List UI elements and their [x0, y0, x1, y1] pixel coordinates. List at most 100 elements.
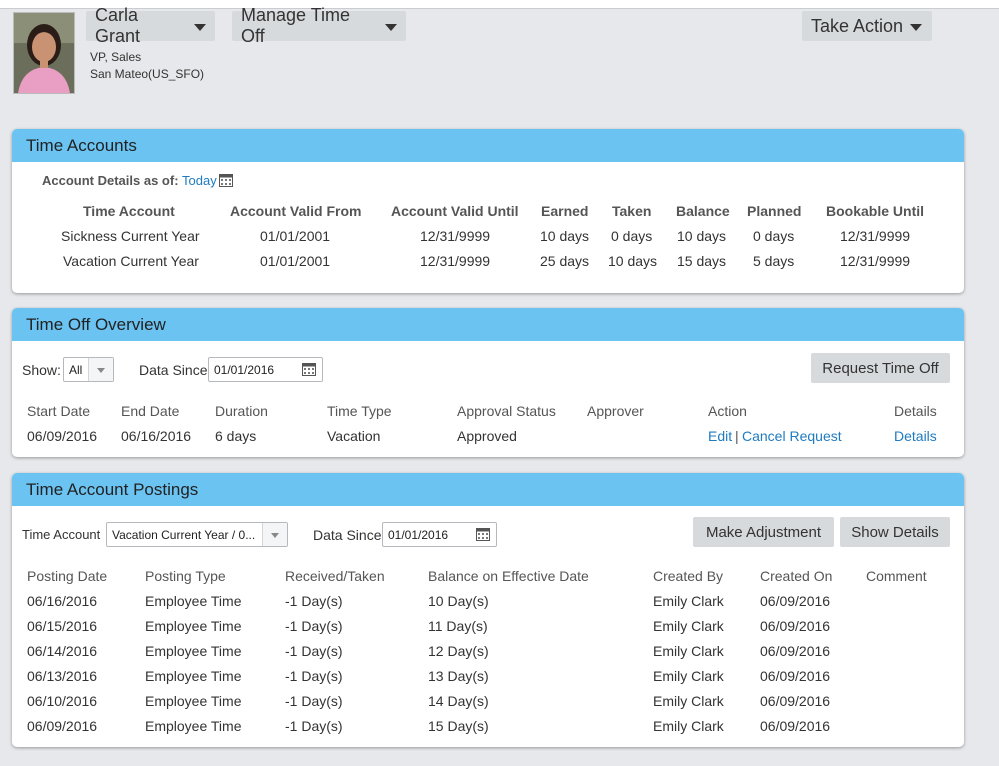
table-cell: -1 Day(s): [285, 593, 343, 609]
table-cell: Employee Time: [145, 693, 242, 709]
employee-title: VP, Sales: [90, 50, 142, 64]
chevron-down-icon: [262, 523, 287, 546]
table-cell: 14 Day(s): [428, 693, 489, 709]
table-cell: 6 days: [215, 428, 257, 444]
table-cell: Vacation: [327, 428, 381, 444]
edit-link[interactable]: Edit: [708, 428, 732, 444]
cancel-request-link[interactable]: Cancel Request: [742, 428, 842, 444]
time-account-label: Time Account: [22, 527, 101, 542]
col-duration: Duration: [215, 403, 268, 419]
table-cell: Employee Time: [145, 593, 242, 609]
table-cell: Employee Time: [145, 618, 242, 634]
table-cell: Emily Clark: [653, 593, 724, 609]
col-taken: Taken: [612, 203, 652, 219]
table-cell: 06/14/2016: [27, 643, 98, 659]
table-cell: 06/09/2016: [27, 428, 98, 444]
col-valid-until: Account Valid Until: [391, 203, 519, 219]
manage-time-off-label: Manage Time Off: [241, 5, 351, 46]
table-cell: 12/31/9999: [840, 228, 911, 244]
col-time-account: Time Account: [83, 203, 175, 219]
table-cell: 15 Day(s): [428, 718, 489, 734]
table-cell: 25 days: [540, 253, 590, 269]
col-approval-status: Approval Status: [457, 403, 556, 419]
table-cell: Emily Clark: [653, 718, 724, 734]
manage-time-off-dropdown[interactable]: Manage Time Off: [232, 5, 406, 46]
time-account-postings-panel: Time Account Postings Time Account Vacat…: [12, 473, 964, 747]
table-cell: Employee Time: [145, 668, 242, 684]
col-created-by: Created By: [653, 568, 724, 584]
col-time-type: Time Type: [327, 403, 392, 419]
table-cell: -1 Day(s): [285, 693, 343, 709]
table-cell: 06/13/2016: [27, 668, 98, 684]
table-cell: 06/09/2016: [760, 618, 831, 634]
show-label: Show:: [22, 362, 61, 378]
postings-title: Time Account Postings: [12, 473, 964, 506]
data-since-input[interactable]: 01/01/2016: [382, 522, 497, 547]
data-since-value: 01/01/2016: [214, 362, 275, 377]
table-cell: Emily Clark: [653, 668, 724, 684]
take-action-dropdown[interactable]: Take Action: [802, 11, 932, 41]
time-accounts-title: Time Accounts: [12, 129, 964, 162]
show-details-button[interactable]: Show Details: [840, 517, 950, 547]
table-cell: 06/16/2016: [121, 428, 192, 444]
table-cell: 06/16/2016: [27, 593, 98, 609]
calendar-icon[interactable]: [219, 173, 233, 187]
make-adjustment-button[interactable]: Make Adjustment: [693, 517, 834, 547]
table-cell: -1 Day(s): [285, 668, 343, 684]
table-cell: 12 Day(s): [428, 643, 489, 659]
table-cell: -1 Day(s): [285, 718, 343, 734]
employee-name-dropdown[interactable]: Carla Grant: [86, 5, 215, 46]
data-since-value: 01/01/2016: [388, 527, 449, 542]
caret-down-icon: [910, 23, 923, 31]
as-of-today-link[interactable]: Today: [182, 173, 217, 188]
table-cell: 06/09/2016: [760, 668, 831, 684]
show-value: All: [69, 362, 83, 377]
data-since-label: Data Since: [139, 362, 208, 378]
table-cell: 06/09/2016: [760, 593, 831, 609]
employee-name: Carla Grant: [95, 5, 141, 46]
data-since-label: Data Since: [313, 527, 382, 543]
details-link[interactable]: Details: [894, 428, 937, 444]
calendar-icon[interactable]: [476, 527, 490, 541]
show-select[interactable]: All: [63, 357, 114, 382]
time-accounts-panel: Time Accounts Account Details as of: Tod…: [12, 129, 964, 293]
table-cell: Emily Clark: [653, 643, 724, 659]
col-end-date: End Date: [121, 403, 180, 419]
table-cell: -1 Day(s): [285, 618, 343, 634]
table-cell: Employee Time: [145, 643, 242, 659]
col-balance: Balance: [676, 203, 730, 219]
table-cell: 06/09/2016: [760, 718, 831, 734]
col-approver: Approver: [587, 403, 644, 419]
table-cell: 10 days: [677, 228, 727, 244]
table-cell: 11 Day(s): [428, 618, 488, 634]
col-created-on: Created On: [760, 568, 833, 584]
col-comment: Comment: [866, 568, 927, 584]
avatar-photo: [14, 13, 74, 93]
table-cell: Vacation Current Year: [63, 253, 199, 269]
table-cell: Emily Clark: [653, 693, 724, 709]
table-cell: 10 Day(s): [428, 593, 489, 609]
action-separator: |: [735, 428, 739, 444]
table-cell: 06/15/2016: [27, 618, 98, 634]
table-cell: 10 days: [608, 253, 658, 269]
table-cell: -1 Day(s): [285, 643, 343, 659]
take-action-label: Take Action: [811, 15, 904, 36]
time-off-overview-panel: Time Off Overview Show: All Data Since 0…: [12, 308, 964, 457]
time-account-select[interactable]: Vacation Current Year / 0...: [106, 522, 288, 547]
avatar[interactable]: [13, 12, 75, 94]
request-time-off-button[interactable]: Request Time Off: [811, 353, 950, 383]
table-cell: 0 days: [611, 228, 653, 244]
table-cell: 06/09/2016: [760, 693, 831, 709]
col-received-taken: Received/Taken: [285, 568, 385, 584]
table-cell: 10 days: [540, 228, 590, 244]
table-cell: 13 Day(s): [428, 668, 489, 684]
employee-location: San Mateo(US_SFO): [90, 67, 205, 81]
table-cell: 5 days: [753, 253, 795, 269]
table-cell: 06/09/2016: [27, 718, 98, 734]
table-cell: Employee Time: [145, 718, 242, 734]
table-cell: 01/01/2001: [260, 228, 331, 244]
as-of-label: Account Details as of:: [42, 173, 179, 188]
calendar-icon[interactable]: [302, 362, 316, 376]
data-since-input[interactable]: 01/01/2016: [208, 357, 323, 382]
chevron-down-icon: [88, 358, 113, 381]
